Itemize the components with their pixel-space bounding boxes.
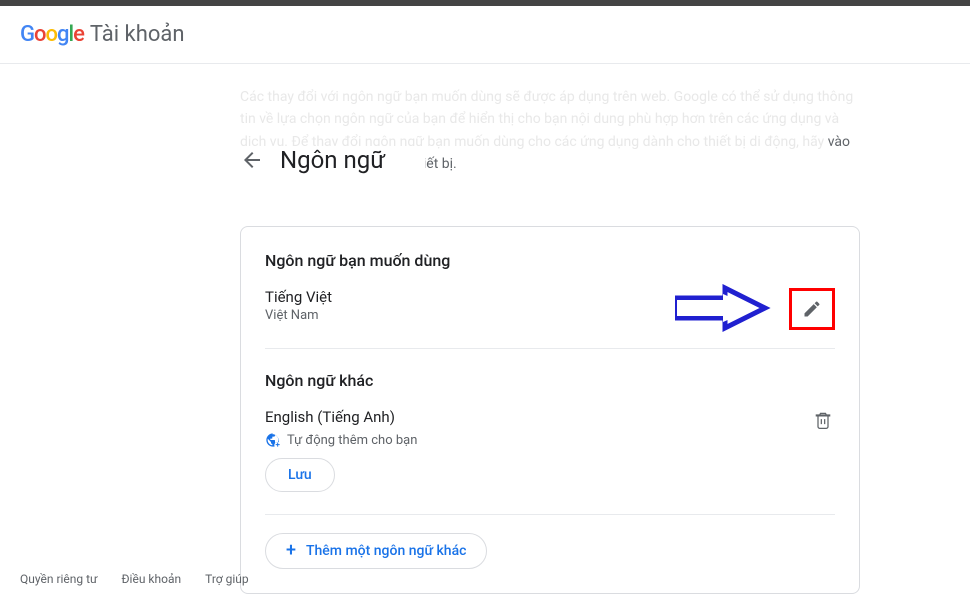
other-language-info: English (Tiếng Anh) Tự động thêm cho bạn bbox=[265, 408, 417, 448]
faded-part: Các thay đổi với ngôn ngữ bạn muốn dùng … bbox=[240, 89, 853, 150]
annotation-arrow bbox=[675, 284, 775, 334]
pencil-icon[interactable] bbox=[800, 297, 824, 321]
footer: Quyền riêng tư Điều khoản Trợ giúp bbox=[20, 572, 249, 586]
page-title-row: Ngôn ngữ bbox=[240, 146, 425, 174]
other-language-name: English (Tiếng Anh) bbox=[265, 408, 417, 426]
page-title: Ngôn ngữ bbox=[280, 146, 385, 174]
preferred-language-info: Tiếng Việt Việt Nam bbox=[265, 288, 332, 323]
add-language-label: Thêm một ngôn ngữ khác bbox=[306, 543, 466, 559]
back-arrow-icon[interactable] bbox=[240, 148, 264, 172]
other-section-title: Ngôn ngữ khác bbox=[265, 371, 835, 390]
footer-privacy-link[interactable]: Quyền riêng tư bbox=[20, 572, 97, 586]
preferred-section-title: Ngôn ngữ bạn muốn dùng bbox=[265, 251, 835, 270]
footer-help-link[interactable]: Trợ giúp bbox=[205, 572, 249, 586]
google-logo: Google bbox=[20, 22, 84, 47]
header: Google Tài khoản bbox=[0, 6, 970, 64]
preferred-language-region: Việt Nam bbox=[265, 308, 332, 323]
preferred-language-name: Tiếng Việt bbox=[265, 288, 332, 306]
edit-highlight-box bbox=[789, 288, 835, 330]
plus-icon: + bbox=[286, 542, 296, 560]
other-languages-section: Ngôn ngữ khác English (Tiếng Anh) Tự độn… bbox=[265, 371, 835, 492]
add-language-button[interactable]: + Thêm một ngôn ngữ khác bbox=[265, 533, 487, 569]
globe-plus-icon bbox=[265, 432, 281, 448]
divider bbox=[265, 514, 835, 515]
auto-added-row: Tự động thêm cho bạn bbox=[265, 432, 417, 448]
footer-terms-link[interactable]: Điều khoản bbox=[121, 572, 181, 586]
auto-added-label: Tự động thêm cho bạn bbox=[287, 433, 417, 448]
trash-icon[interactable] bbox=[811, 408, 835, 432]
save-button[interactable]: Lưu bbox=[265, 458, 335, 492]
other-language-row: English (Tiếng Anh) Tự động thêm cho bạn bbox=[265, 408, 835, 448]
account-label: Tài khoản bbox=[90, 22, 185, 47]
language-card: Ngôn ngữ bạn muốn dùng Tiếng Việt Việt N… bbox=[240, 226, 860, 594]
preferred-language-row: Tiếng Việt Việt Nam bbox=[265, 288, 835, 349]
